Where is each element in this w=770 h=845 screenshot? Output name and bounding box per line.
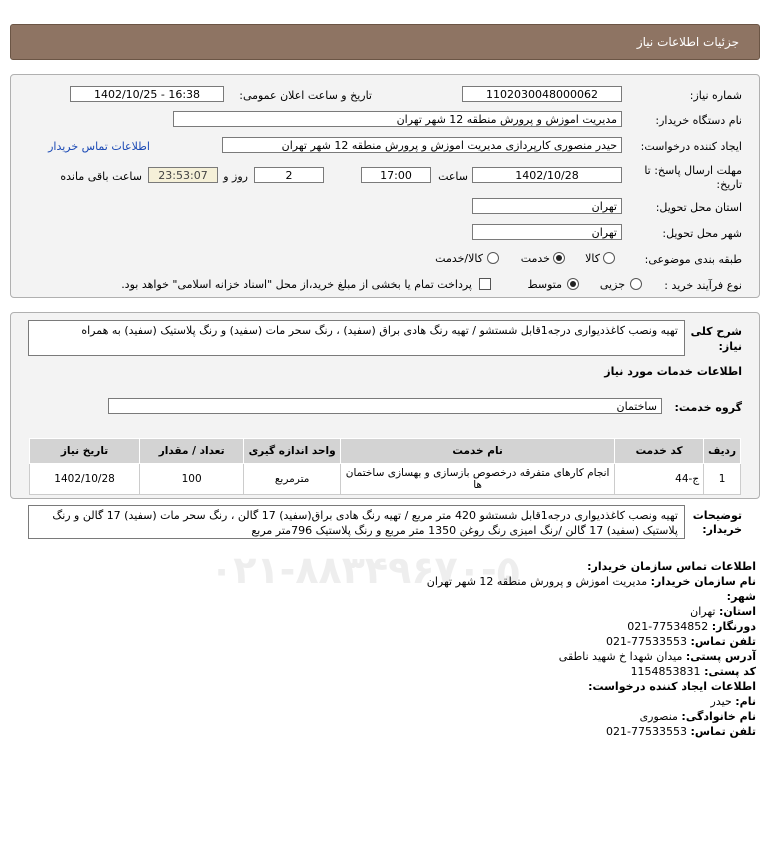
contact-fax: دورنگار: 77534852-021 xyxy=(627,620,756,633)
need-number-label: شماره نیاز: xyxy=(689,89,742,102)
contact-address: آدرس پستی: میدان شهدا خ شهید ناطقی xyxy=(559,650,756,663)
contact-city: شهر: xyxy=(727,590,756,603)
process-radio-medium[interactable] xyxy=(567,278,579,290)
deadline-label: مهلت ارسال پاسخ: تا xyxy=(644,164,742,177)
creator-name-value: حیدر xyxy=(710,695,732,708)
col-service-name: نام خدمت xyxy=(340,438,616,464)
city-field: تهران xyxy=(472,224,622,240)
services-table-header: ردیف کد خدمت نام خدمت واحد اندازه گیری ت… xyxy=(28,438,741,464)
creator-phone: تلفن تماس: 77533553-021 xyxy=(606,725,756,738)
creator-family-label: نام خانوادگی: xyxy=(681,710,756,723)
contact-phone-value: 77533553-021 xyxy=(606,635,688,648)
announce-label: تاریخ و ساعت اعلان عمومی: xyxy=(239,89,372,102)
services-table: ردیف کد خدمت نام خدمت واحد اندازه گیری ت… xyxy=(28,438,741,495)
deadline-date-label: تاریخ: xyxy=(716,178,742,191)
creator-title: اطلاعات ایجاد کننده درخواست: xyxy=(588,680,756,693)
contact-province: استان: تهران xyxy=(690,605,756,618)
treasury-payment-checkbox[interactable] xyxy=(479,278,491,290)
need-number-field: 1102030048000062 xyxy=(462,86,622,102)
contact-fax-value: 77534852-021 xyxy=(627,620,709,633)
deadline-time-label: ساعت xyxy=(438,170,468,183)
announce-field: 1402/10/25 - 16:38 xyxy=(70,86,224,102)
contact-org-value: مدیریت اموزش و پرورش منطقه 12 شهر تهران xyxy=(426,575,648,588)
contact-city-label: شهر: xyxy=(726,590,756,603)
creator-phone-value: 77533553-021 xyxy=(606,725,688,738)
treasury-payment-note: پرداخت تمام یا بخشی از مبلغ خرید،از محل … xyxy=(121,278,472,291)
category-option-goods: کالا xyxy=(585,252,600,265)
category-radio-service[interactable] xyxy=(553,252,565,264)
contact-address-label: آدرس پستی: xyxy=(685,650,756,663)
category-option-goods-service: کالا/خدمت xyxy=(435,252,483,265)
contact-postal-label: کد پستی: xyxy=(704,665,756,678)
province-field: تهران xyxy=(472,198,622,214)
cell-service-code: ج-44 xyxy=(614,463,705,495)
province-label: استان محل تحویل: xyxy=(655,201,742,214)
summary-label: شرح کلی xyxy=(690,325,742,338)
summary-label-2: نیاز: xyxy=(718,340,742,353)
remaining-time-label: ساعت باقی مانده xyxy=(60,170,142,183)
buyer-field: مدیریت اموزش و پرورش منطقه 12 شهر تهران xyxy=(173,111,622,127)
creator-title-text: اطلاعات ایجاد کننده درخواست: xyxy=(588,680,756,693)
contact-phone: تلفن تماس: 77533553-021 xyxy=(606,635,756,648)
creator-name-label: نام: xyxy=(735,695,756,708)
days-field: 2 xyxy=(254,167,324,183)
contact-province-label: استان: xyxy=(719,605,756,618)
contact-fax-label: دورنگار: xyxy=(711,620,756,633)
process-radio-minor[interactable] xyxy=(630,278,642,290)
cell-unit: مترمربع xyxy=(243,463,342,495)
col-unit: واحد اندازه گیری xyxy=(243,438,342,464)
summary-text: تهیه ونصب کاغذدیواری درجه1قابل شستشو / ت… xyxy=(28,320,685,356)
deadline-date-field: 1402/10/28 xyxy=(472,167,622,183)
contact-postal: کد پستی: 1154853831 xyxy=(631,665,756,678)
service-group-label: گروه خدمت: xyxy=(674,401,742,414)
service-group-field: ساختمان xyxy=(108,398,662,414)
category-option-service: خدمت xyxy=(520,252,550,265)
contact-title-text: اطلاعات تماس سازمان خریدار: xyxy=(587,560,756,573)
page-title: جزئیات اطلاعات نیاز xyxy=(636,35,739,49)
buyer-notes-label-2: خریدار: xyxy=(702,523,742,536)
contact-postal-value: 1154853831 xyxy=(630,665,701,678)
contact-org-label: نام سازمان خریدار: xyxy=(650,575,756,588)
process-option-minor: جزیی xyxy=(599,278,625,291)
category-radio-goods-service[interactable] xyxy=(487,252,499,264)
creator-phone-label: تلفن تماس: xyxy=(690,725,756,738)
col-quantity: تعداد / مقدار xyxy=(139,438,245,464)
category-label: طبقه بندی موضوعی: xyxy=(644,253,742,266)
contact-province-value: تهران xyxy=(690,605,716,618)
col-need-date: تاریخ نیاز xyxy=(28,438,141,464)
creator-field: حیدر منصوری کارپردازی مدیریت اموزش و پرو… xyxy=(222,137,622,153)
city-label: شهر محل تحویل: xyxy=(662,227,742,240)
cell-service-name: انجام کارهای متفرقه درخصوص بازسازی و بهس… xyxy=(340,463,616,495)
services-section-title: اطلاعات خدمات مورد نیاز xyxy=(604,365,742,378)
creator-family: نام خانوادگی: منصوری xyxy=(640,710,756,723)
page-header: جزئیات اطلاعات نیاز xyxy=(10,24,760,60)
table-row: 1 ج-44 انجام کارهای متفرقه درخصوص بازساز… xyxy=(28,463,741,495)
col-service-code: کد خدمت xyxy=(614,438,705,464)
creator-name: نام: حیدر xyxy=(711,695,756,708)
process-option-medium: متوسط xyxy=(527,278,562,291)
contact-title: اطلاعات تماس سازمان خریدار: xyxy=(587,560,756,573)
category-radio-goods[interactable] xyxy=(603,252,615,264)
contact-org: نام سازمان خریدار: مدیریت اموزش و پرورش … xyxy=(427,575,756,588)
creator-family-value: منصوری xyxy=(639,710,678,723)
buyer-notes-label: توضیحات xyxy=(692,509,742,522)
deadline-time-field: 17:00 xyxy=(361,167,431,183)
contact-phone-label: تلفن تماس: xyxy=(690,635,756,648)
remaining-time-field: 23:53:07 xyxy=(148,167,218,183)
col-row: ردیف xyxy=(703,438,741,464)
process-label: نوع فرآیند خرید : xyxy=(664,279,742,292)
cell-row: 1 xyxy=(703,463,741,495)
cell-quantity: 100 xyxy=(139,463,245,495)
creator-label: ایجاد کننده درخواست: xyxy=(640,140,742,153)
buyer-notes-text: تهیه ونصب کاغذدیواری درجه1قابل شستشو 420… xyxy=(28,505,685,539)
cell-need-date: 1402/10/28 xyxy=(28,463,141,495)
contact-address-value: میدان شهدا خ شهید ناطقی xyxy=(558,650,683,663)
buyer-contact-link[interactable]: اطلاعات تماس خریدار xyxy=(48,140,150,153)
buyer-label: نام دستگاه خریدار: xyxy=(655,114,742,127)
days-label: روز و xyxy=(223,170,248,183)
